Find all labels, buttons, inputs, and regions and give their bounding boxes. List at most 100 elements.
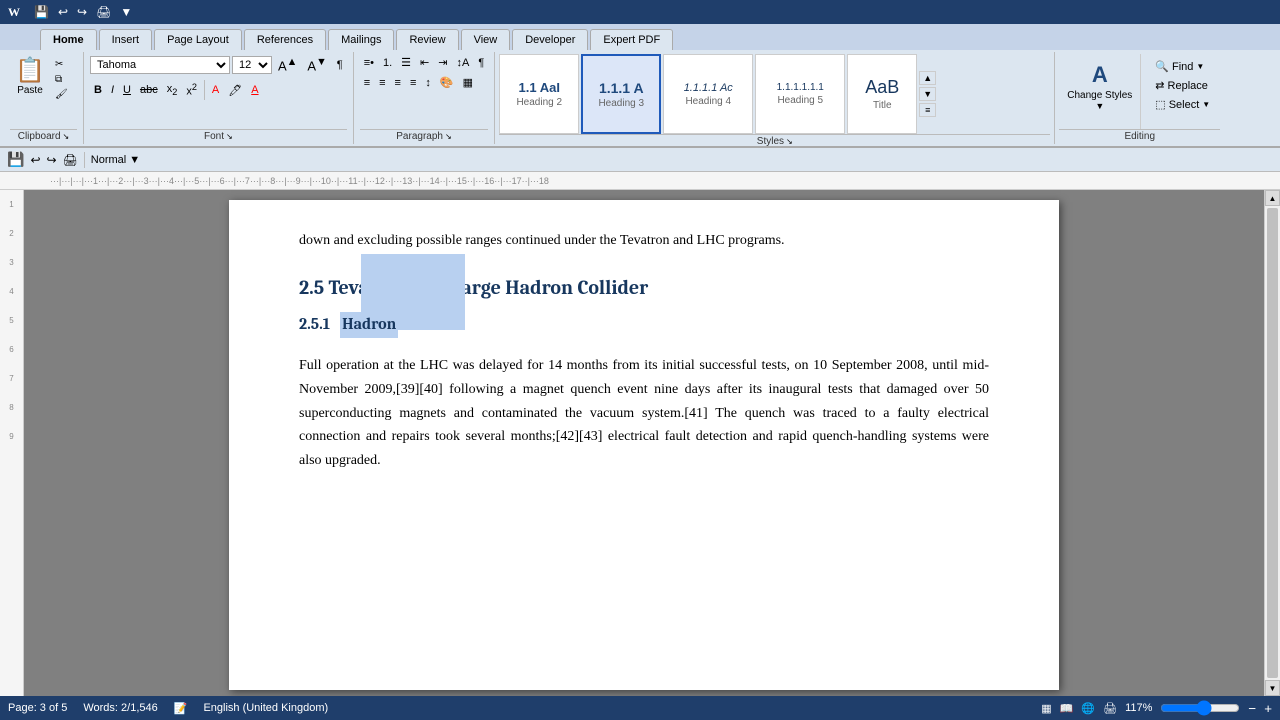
change-styles-section: A Change Styles ▼	[1059, 54, 1141, 129]
bold-button[interactable]: B	[90, 82, 106, 98]
tab-page-layout[interactable]: Page Layout	[154, 29, 242, 50]
print-button[interactable]: 🖨	[93, 4, 114, 20]
intro-text: down and excluding possible ranges conti…	[299, 233, 785, 248]
scroll-thumb[interactable]	[1267, 208, 1278, 678]
heading5-label: Heading 5	[777, 95, 823, 106]
doc-undo-button[interactable]: ↩	[27, 153, 43, 167]
tab-references[interactable]: References	[244, 29, 326, 50]
select-button[interactable]: ⬚ Select ▼	[1149, 96, 1216, 113]
customize-qat-button[interactable]: ▼	[117, 4, 135, 20]
paste-button[interactable]: 📋 Paste	[10, 54, 50, 98]
zoom-slider[interactable]	[1160, 700, 1240, 716]
paragraph-expand-icon[interactable]: ↘	[445, 132, 452, 141]
zoom-out-button[interactable]: −	[1248, 701, 1256, 716]
tab-review[interactable]: Review	[396, 29, 458, 50]
format-painter-button[interactable]: 🖌	[52, 88, 71, 101]
align-right-button[interactable]: ≡	[391, 74, 405, 91]
show-formatting-button[interactable]: ¶	[474, 54, 488, 71]
ruler: ···|···|···|···1···|···2···|···3···|···4…	[0, 172, 1280, 190]
find-dropdown-icon: ▼	[1196, 62, 1204, 71]
redo-button[interactable]: ↪	[74, 4, 90, 20]
heading-2-5-1-number: 2.5.1	[299, 312, 330, 338]
heading4-style-button[interactable]: 1.1.1.1 Ac Heading 4	[663, 54, 753, 134]
replace-button[interactable]: ⇄ Replace	[1149, 77, 1216, 94]
text-color-button[interactable]: A	[208, 82, 223, 98]
styles-row: 1.1 AaI Heading 2 1.1.1 A Heading 3 1.1.…	[499, 54, 1050, 134]
styles-scroll-up-button[interactable]: ▲	[919, 71, 936, 85]
font-size-select[interactable]: 12	[232, 56, 272, 74]
clipboard-group: 📋 Paste ✂ ⧉ 🖌 Clipboard ↘	[4, 52, 84, 144]
superscript-button[interactable]: x2	[182, 80, 201, 100]
align-center-button[interactable]: ≡	[375, 74, 389, 91]
increase-indent-button[interactable]: ⇥	[434, 54, 451, 71]
scroll-down-button[interactable]: ▼	[1265, 680, 1280, 696]
highlight-button[interactable]: 🖊	[224, 82, 246, 99]
scroll-up-button[interactable]: ▲	[1265, 190, 1280, 206]
doc-save-button[interactable]: 💾	[4, 151, 27, 168]
document-area: 1 2 3 4 5 6 7 8 9 down and excluding pos…	[0, 190, 1280, 696]
view-reading-button[interactable]: 📖	[1060, 702, 1074, 715]
style-dropdown-button[interactable]: Normal ▼	[88, 154, 143, 166]
doc-print-button[interactable]: 🖨	[60, 153, 81, 167]
decrease-indent-button[interactable]: ⇤	[416, 54, 433, 71]
doc-redo-button[interactable]: ↪	[44, 153, 60, 167]
undo-button[interactable]: ↩	[55, 4, 71, 20]
paragraph-label-row: Paragraph ↘	[360, 129, 489, 142]
clipboard-expand-icon[interactable]: ↘	[63, 132, 70, 141]
italic-button[interactable]: I	[107, 82, 118, 98]
subscript-button[interactable]: x2	[163, 81, 182, 99]
change-styles-button[interactable]: A Change Styles ▼	[1063, 58, 1136, 115]
justify-button[interactable]: ≡	[406, 74, 420, 91]
doc-scroll-area[interactable]: down and excluding possible ranges conti…	[24, 190, 1264, 696]
cut-button[interactable]: ✂	[52, 58, 71, 71]
numbering-button[interactable]: 1.	[379, 54, 396, 71]
font-family-select[interactable]: Tahoma	[90, 56, 230, 74]
page-info: Page: 3 of 5	[8, 702, 67, 714]
heading5-style-button[interactable]: 1.1.1.1.1.1 Heading 5	[755, 54, 845, 134]
heading2-style-button[interactable]: 1.1 AaI Heading 2	[499, 54, 579, 134]
separator	[204, 80, 205, 100]
tab-home[interactable]: Home	[40, 29, 97, 50]
tab-view[interactable]: View	[461, 29, 511, 50]
copy-button[interactable]: ⧉	[52, 73, 71, 86]
font-expand-icon[interactable]: ↘	[226, 132, 233, 141]
multilevel-list-button[interactable]: ☰	[397, 54, 415, 71]
font-color-button[interactable]: A	[247, 82, 262, 98]
tab-insert[interactable]: Insert	[99, 29, 153, 50]
view-web-button[interactable]: 🌐	[1081, 702, 1095, 715]
heading3-style-button[interactable]: 1.1.1 A Heading 3	[581, 54, 661, 134]
find-button[interactable]: 🔍 Find ▼	[1149, 58, 1216, 75]
view-normal-button[interactable]: ▦	[1041, 702, 1051, 715]
clipboard-group-content: 📋 Paste ✂ ⧉ 🖌	[10, 54, 77, 129]
bullets-button[interactable]: ≡•	[360, 54, 378, 71]
shading-button[interactable]: 🎨	[436, 74, 458, 91]
zoom-in-button[interactable]: +	[1264, 701, 1272, 716]
font-shrink-button[interactable]: A▼	[303, 54, 330, 75]
tab-developer[interactable]: Developer	[512, 29, 588, 50]
view-print-button[interactable]: 🖨	[1103, 702, 1117, 715]
font-grow-button[interactable]: A▲	[274, 54, 301, 75]
tab-mailings[interactable]: Mailings	[328, 29, 394, 50]
border-button[interactable]: ▦	[459, 74, 477, 91]
paste-icon: 📋	[15, 56, 45, 85]
save-button[interactable]: 💾	[31, 4, 52, 20]
underline-button[interactable]: U	[119, 82, 135, 98]
clipboard-label-row: Clipboard ↘	[10, 129, 77, 142]
styles-scroll-down-button[interactable]: ▼	[919, 87, 936, 101]
select-dropdown-icon: ▼	[1202, 100, 1210, 109]
strikethrough-button[interactable]: abc	[136, 82, 162, 98]
tab-expert-pdf[interactable]: Expert PDF	[590, 29, 673, 50]
font-group: Tahoma 12 A▲ A▼ ¶ B I U abc x2 x2 A 🖊 A	[84, 52, 354, 144]
body-text: Full operation at the LHC was delayed fo…	[299, 358, 989, 468]
paragraph-label: Paragraph	[396, 131, 443, 142]
clear-format-button[interactable]: ¶	[333, 57, 347, 73]
line-spacing-button[interactable]: ↕	[421, 74, 435, 91]
title-style-button[interactable]: AaB Title	[847, 54, 917, 134]
font-label-row: Font ↘	[90, 129, 347, 142]
word-count: Words: 2/1,546	[83, 702, 157, 714]
styles-expand-icon[interactable]: ↘	[786, 137, 793, 146]
styles-more-button[interactable]: ≡	[919, 103, 936, 117]
align-left-button[interactable]: ≡	[360, 74, 374, 91]
sort-button[interactable]: ↕A	[452, 54, 473, 71]
vertical-scrollbar[interactable]: ▲ ▼	[1264, 190, 1280, 696]
